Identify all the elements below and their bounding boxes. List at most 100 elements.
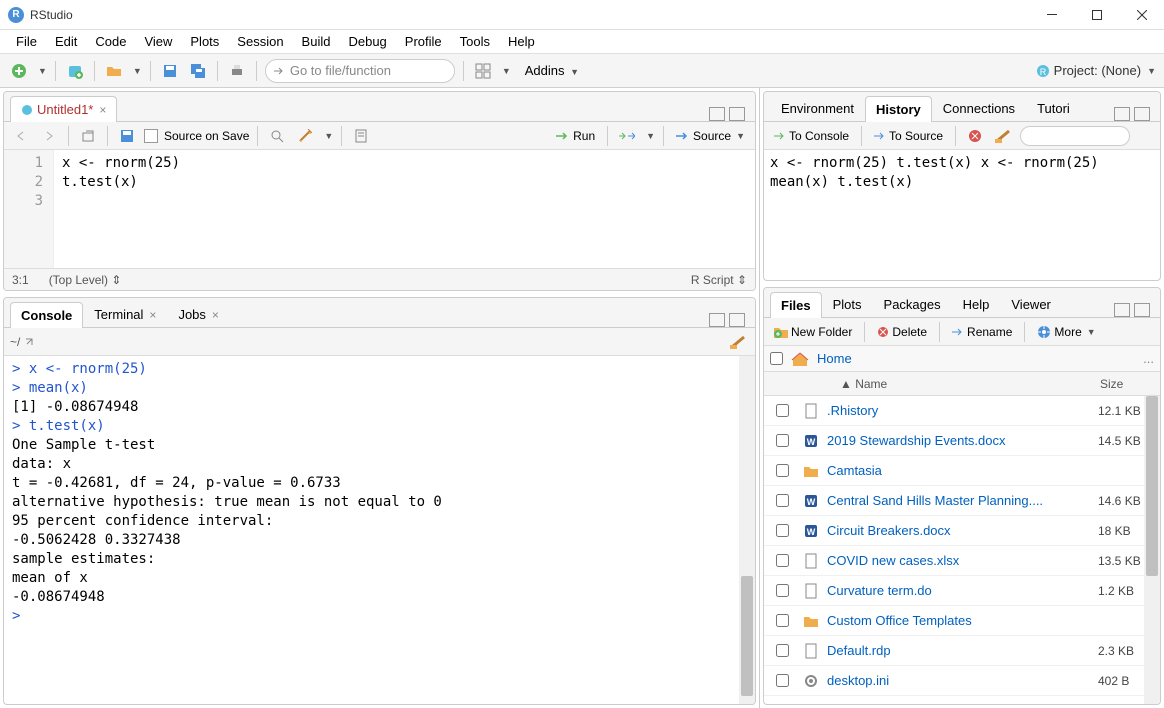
popout-icon[interactable] bbox=[24, 337, 34, 347]
pane-minimize-button[interactable] bbox=[1114, 107, 1130, 121]
file-name[interactable]: desktop.ini bbox=[827, 673, 1090, 688]
code-tools-button[interactable] bbox=[294, 125, 316, 147]
file-checkbox[interactable] bbox=[776, 584, 789, 597]
workspace-panes-button[interactable] bbox=[472, 60, 494, 82]
close-icon[interactable]: × bbox=[149, 308, 156, 322]
file-checkbox[interactable] bbox=[776, 464, 789, 477]
scrollbar[interactable] bbox=[1144, 396, 1160, 704]
print-button[interactable] bbox=[226, 60, 248, 82]
tab-tutorial[interactable]: Tutori bbox=[1026, 95, 1081, 121]
chevron-down-icon[interactable]: ▼ bbox=[502, 66, 511, 76]
tab-files[interactable]: Files bbox=[770, 292, 822, 318]
tab-connections[interactable]: Connections bbox=[932, 95, 1026, 121]
pane-maximize-button[interactable] bbox=[729, 107, 745, 121]
menu-help[interactable]: Help bbox=[500, 32, 543, 51]
forward-button[interactable] bbox=[38, 125, 60, 147]
rename-button[interactable]: Rename bbox=[948, 323, 1016, 341]
file-name[interactable]: Camtasia bbox=[827, 463, 1090, 478]
file-row[interactable]: WCircuit Breakers.docx18 KB bbox=[764, 516, 1160, 546]
close-button[interactable] bbox=[1119, 0, 1164, 30]
compile-report-button[interactable] bbox=[350, 125, 372, 147]
tab-history[interactable]: History bbox=[865, 96, 932, 122]
menu-build[interactable]: Build bbox=[294, 32, 339, 51]
project-menu[interactable]: R Project: (None) ▼ bbox=[1036, 63, 1156, 78]
file-row[interactable]: Camtasia bbox=[764, 456, 1160, 486]
file-row[interactable]: Custom Office Templates bbox=[764, 606, 1160, 636]
run-button[interactable]: Run bbox=[552, 127, 599, 145]
close-icon[interactable]: × bbox=[212, 308, 219, 322]
open-file-button[interactable] bbox=[103, 60, 125, 82]
file-checkbox[interactable] bbox=[776, 524, 789, 537]
menu-session[interactable]: Session bbox=[229, 32, 291, 51]
remove-entry-button[interactable] bbox=[964, 125, 986, 147]
rerun-button[interactable] bbox=[616, 125, 638, 147]
more-button[interactable]: More ▼ bbox=[1033, 323, 1099, 341]
tab-console[interactable]: Console bbox=[10, 302, 83, 328]
home-icon[interactable] bbox=[791, 351, 809, 367]
menu-plots[interactable]: Plots bbox=[182, 32, 227, 51]
new-file-button[interactable] bbox=[8, 60, 30, 82]
history-list[interactable]: x <- rnorm(25) t.test(x) x <- rnorm(25) … bbox=[764, 150, 1160, 280]
pane-maximize-button[interactable] bbox=[1134, 303, 1150, 317]
home-link[interactable]: Home bbox=[817, 351, 852, 366]
select-all-checkbox[interactable] bbox=[770, 352, 783, 365]
clear-console-button[interactable] bbox=[727, 331, 749, 353]
history-search-input[interactable] bbox=[1020, 126, 1130, 146]
show-in-new-window-button[interactable] bbox=[77, 125, 99, 147]
find-button[interactable] bbox=[266, 125, 288, 147]
tab-environment[interactable]: Environment bbox=[770, 95, 865, 121]
tab-help[interactable]: Help bbox=[952, 291, 1001, 317]
file-name[interactable]: Custom Office Templates bbox=[827, 613, 1090, 628]
file-row[interactable]: COVID new cases.xlsx13.5 KB bbox=[764, 546, 1160, 576]
pane-minimize-button[interactable] bbox=[709, 107, 725, 121]
pane-maximize-button[interactable] bbox=[1134, 107, 1150, 121]
file-checkbox[interactable] bbox=[776, 434, 789, 447]
file-row[interactable]: W2019 Stewardship Events.docx14.5 KB bbox=[764, 426, 1160, 456]
file-checkbox[interactable] bbox=[776, 554, 789, 567]
menu-view[interactable]: View bbox=[136, 32, 180, 51]
console-output[interactable]: > x <- rnorm(25)> mean(x)[1] -0.08674948… bbox=[4, 356, 755, 704]
file-name[interactable]: 2019 Stewardship Events.docx bbox=[827, 433, 1090, 448]
chevron-down-icon[interactable]: ▼ bbox=[646, 131, 655, 141]
file-name[interactable]: Central Sand Hills Master Planning.... bbox=[827, 493, 1090, 508]
tab-packages[interactable]: Packages bbox=[873, 291, 952, 317]
to-console-button[interactable]: To Console bbox=[770, 127, 853, 145]
source-on-save-checkbox[interactable] bbox=[144, 129, 158, 143]
menu-code[interactable]: Code bbox=[87, 32, 134, 51]
pane-maximize-button[interactable] bbox=[729, 313, 745, 327]
file-row[interactable]: desktop.ini402 B bbox=[764, 666, 1160, 696]
addins-button[interactable]: Addins ▼ bbox=[525, 63, 579, 78]
close-icon[interactable]: × bbox=[99, 103, 106, 117]
menu-tools[interactable]: Tools bbox=[452, 32, 498, 51]
tab-viewer[interactable]: Viewer bbox=[1000, 291, 1062, 317]
menu-profile[interactable]: Profile bbox=[397, 32, 450, 51]
tab-terminal[interactable]: Terminal× bbox=[83, 301, 167, 327]
tab-jobs[interactable]: Jobs× bbox=[167, 301, 229, 327]
file-row[interactable]: WCentral Sand Hills Master Planning....1… bbox=[764, 486, 1160, 516]
scrollbar[interactable] bbox=[739, 356, 755, 704]
file-name[interactable]: FIPS table.csv bbox=[827, 703, 1090, 704]
file-row[interactable]: Curvature term.do1.2 KB bbox=[764, 576, 1160, 606]
chevron-down-icon[interactable]: ▼ bbox=[38, 66, 47, 76]
source-button[interactable]: Source ▼ bbox=[672, 127, 749, 145]
file-name[interactable]: COVID new cases.xlsx bbox=[827, 553, 1090, 568]
pane-minimize-button[interactable] bbox=[709, 313, 725, 327]
tab-plots[interactable]: Plots bbox=[822, 291, 873, 317]
sort-name-button[interactable]: ▲ Name bbox=[800, 377, 1100, 391]
chevron-down-icon[interactable]: ▼ bbox=[324, 131, 333, 141]
new-project-button[interactable] bbox=[64, 60, 86, 82]
back-button[interactable] bbox=[10, 125, 32, 147]
file-checkbox[interactable] bbox=[776, 404, 789, 417]
files-list[interactable]: .Rhistory12.1 KBW2019 Stewardship Events… bbox=[764, 396, 1160, 704]
sort-size-button[interactable]: Size bbox=[1100, 377, 1160, 391]
source-tab[interactable]: Untitled1* × bbox=[10, 96, 117, 122]
file-name[interactable]: Circuit Breakers.docx bbox=[827, 523, 1090, 538]
save-all-button[interactable] bbox=[187, 60, 209, 82]
file-row[interactable]: Default.rdp2.3 KB bbox=[764, 636, 1160, 666]
file-name[interactable]: .Rhistory bbox=[827, 403, 1090, 418]
to-source-button[interactable]: To Source bbox=[870, 127, 947, 145]
menu-file[interactable]: File bbox=[8, 32, 45, 51]
file-name[interactable]: Curvature term.do bbox=[827, 583, 1090, 598]
save-button[interactable] bbox=[159, 60, 181, 82]
file-checkbox[interactable] bbox=[776, 494, 789, 507]
